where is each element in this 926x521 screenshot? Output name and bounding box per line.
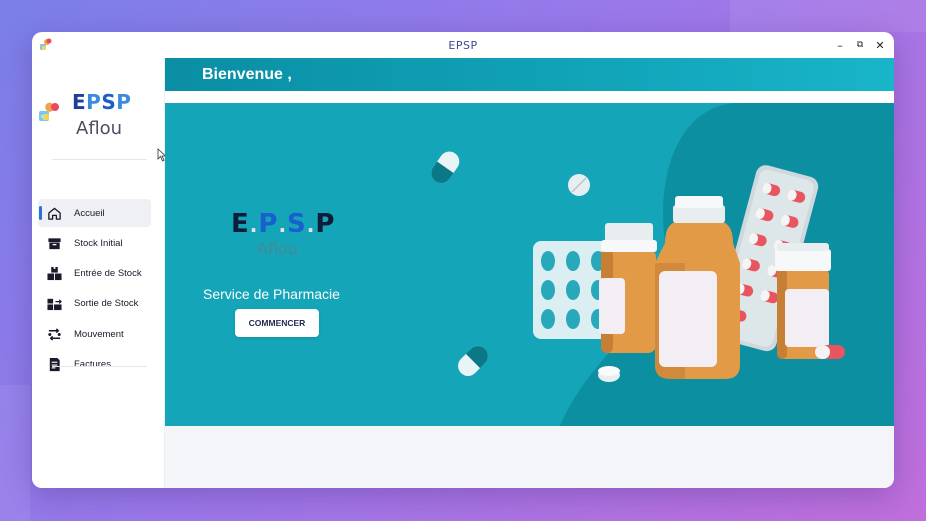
medicine-bottle-icon: [775, 243, 831, 359]
header-spacer: [165, 91, 894, 103]
sidebar-item-label: Sortie de Stock: [74, 298, 139, 310]
hero-banner: E.P.S.P Aflou Service de Pharmacie COMME…: [165, 103, 894, 426]
hero-logo-subtitle: Aflou: [257, 239, 298, 258]
sidebar-item-label: Accueil: [74, 207, 105, 219]
close-button[interactable]: ✕: [870, 34, 890, 56]
sidebar-item-mouvement[interactable]: Mouvement: [38, 320, 151, 348]
title-bar: EPSP – ⧉ ✕: [32, 32, 894, 58]
sidebar-item-label: Entrée de Stock: [74, 268, 142, 280]
main-content: Bienvenue , E.P.S.P Aflou Service de Pha…: [165, 58, 894, 488]
background-shape: [0, 385, 30, 521]
page-header: Bienvenue ,: [165, 58, 894, 91]
hero-service-title: Service de Pharmacie: [203, 286, 340, 302]
minimize-button[interactable]: –: [830, 34, 850, 56]
capsule-icon: [458, 346, 488, 376]
capsule-icon: [431, 151, 460, 184]
window-title: EPSP: [448, 38, 478, 52]
medicine-bottle-icon: [599, 223, 657, 353]
brand: EPSP Aflou: [38, 74, 158, 144]
hero-logo: E.P.S.P Aflou: [231, 209, 336, 269]
hero-logo-name: E.P.S.P: [231, 209, 336, 239]
page-title: Bienvenue ,: [202, 65, 292, 83]
sidebar-item-label: Factures: [74, 358, 111, 370]
app-window: EPSP – ⧉ ✕ EPSP Aflou Accueil Stock Init…: [32, 32, 894, 488]
pharmacy-logo-icon: [39, 102, 59, 121]
sidebar-divider: [52, 366, 147, 367]
maximize-button[interactable]: ⧉: [850, 34, 870, 56]
archive-box-icon: [46, 235, 62, 251]
sidebar-divider: [52, 159, 147, 160]
invoice-icon: [46, 356, 62, 372]
sidebar-nav: Accueil Stock Initial Entrée de Stock So…: [38, 199, 151, 381]
commencer-button[interactable]: COMMENCER: [235, 309, 319, 337]
sidebar-item-stock-initial[interactable]: Stock Initial: [38, 229, 151, 257]
sidebar: EPSP Aflou Accueil Stock Initial Entrée …: [32, 58, 164, 488]
brand-name: EPSP: [72, 90, 132, 114]
home-icon: [46, 205, 62, 221]
boxes-out-icon: [46, 296, 62, 312]
sidebar-item-label: Mouvement: [74, 328, 124, 340]
background-shape: [730, 0, 926, 32]
sidebar-item-factures[interactable]: Factures: [38, 350, 151, 378]
sidebar-item-sortie-de-stock[interactable]: Sortie de Stock: [38, 290, 151, 318]
sidebar-item-entree-de-stock[interactable]: Entrée de Stock: [38, 260, 151, 288]
sidebar-item-accueil[interactable]: Accueil: [38, 199, 151, 227]
app-logo-icon: [40, 38, 52, 50]
sidebar-item-label: Stock Initial: [74, 237, 123, 249]
boxes-in-icon: [46, 266, 62, 282]
brand-subtitle: Aflou: [76, 118, 123, 139]
transfer-icon: [46, 326, 62, 342]
